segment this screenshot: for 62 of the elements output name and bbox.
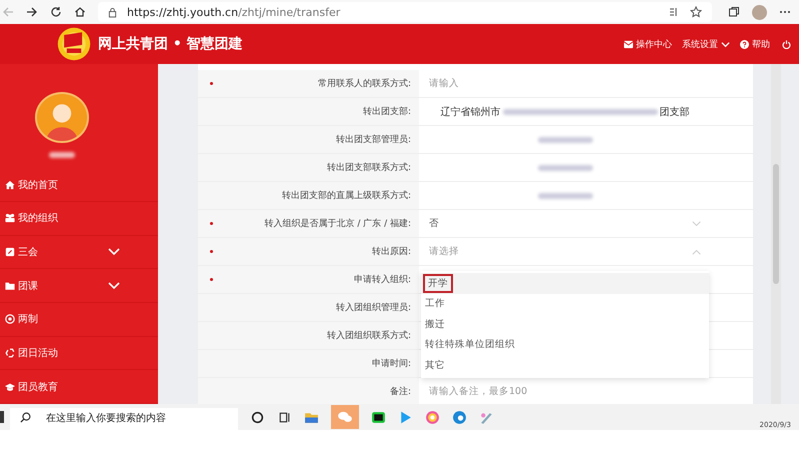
field-label: 申请时间:	[372, 358, 411, 370]
header-link[interactable]: 系统设置	[682, 38, 730, 50]
field-value: 团支部	[660, 106, 690, 118]
home-icon	[5, 180, 15, 190]
select-field[interactable]: 否	[421, 210, 709, 237]
field-label: 申请转入组织:	[354, 274, 411, 286]
dropdown-option[interactable]: 转往特殊单位团组织	[421, 334, 709, 355]
field-label: 转入组织是否属于北京 / 广东 / 福建:	[264, 218, 411, 230]
field-label: 转出团支部的直属上级联系方式:	[282, 190, 411, 202]
power-icon[interactable]	[782, 40, 791, 48]
field-value: 辽宁省锦州市	[440, 106, 500, 118]
scrollbar[interactable]	[771, 64, 781, 404]
address-bar[interactable]: https://zhtj.youth.cn/zhtj/mine/transfer	[98, 2, 712, 22]
chevron-down-icon	[692, 220, 701, 226]
colorful-circle-icon[interactable]	[425, 410, 440, 424]
avatar-silhouette-icon	[35, 92, 89, 143]
field-label: 常用联系人的联系方式:	[318, 78, 411, 90]
circle-icon[interactable]	[250, 410, 265, 424]
windows-start-icon[interactable]	[0, 411, 4, 423]
taskbar-search-field[interactable]: 在这里输入你要搜索的内容	[10, 408, 238, 430]
redacted-username	[49, 152, 75, 158]
dropdown-option[interactable]: 搬迁	[421, 314, 709, 334]
people-icon	[5, 213, 15, 224]
field-label: 转入团组织管理员:	[336, 302, 411, 314]
search-icon	[20, 412, 31, 422]
redacted-text	[538, 192, 592, 198]
url-text: https://zhtj.youth.cn/zhtj/mine/transfer	[127, 6, 340, 18]
header-link[interactable]: 操作中心	[624, 38, 672, 50]
tv-icon[interactable]	[371, 410, 386, 424]
chevron-down-icon	[721, 40, 730, 48]
dropdown-option[interactable]: 开学	[421, 273, 709, 294]
header-link[interactable]: 帮助	[740, 38, 770, 50]
forward-icon[interactable]	[26, 6, 38, 18]
task-view-icon[interactable]	[277, 410, 292, 424]
refresh-icon[interactable]	[50, 6, 62, 18]
help-icon	[740, 40, 749, 48]
collections-icon[interactable]	[728, 6, 740, 18]
field-label: 转出团支部管理员:	[336, 134, 411, 146]
graduation-cap-icon	[5, 382, 15, 392]
input-field[interactable]: 请输入备注，最多100	[421, 386, 709, 397]
field-label: 转入团组织联系方式:	[326, 330, 411, 342]
envelope-icon	[624, 40, 633, 48]
star-icon[interactable]	[690, 6, 702, 18]
field-label: 转出团支部:	[362, 106, 411, 118]
chevron-up-icon	[692, 248, 701, 254]
dropdown-option[interactable]: 工作	[421, 294, 709, 314]
site-title: 网上共青团 • 智慧团建	[98, 35, 243, 53]
redacted-text	[538, 164, 592, 170]
field-label: 转出团支部联系方式:	[326, 162, 411, 174]
input-field[interactable]: 请输入	[421, 78, 709, 89]
field-label: 备注:	[390, 386, 411, 398]
target-icon	[5, 314, 15, 324]
redacted-text	[538, 136, 592, 142]
checkbox-icon	[5, 246, 15, 257]
browser-icon[interactable]	[452, 410, 467, 424]
home-icon[interactable]	[74, 6, 86, 18]
folder-icon	[5, 280, 15, 291]
field-label: 转出原因:	[372, 246, 411, 258]
lock-icon	[108, 6, 117, 18]
dropdown-option[interactable]: 其它	[421, 355, 709, 376]
play-icon[interactable]	[398, 410, 413, 424]
chat-bubbles-icon	[337, 409, 353, 425]
